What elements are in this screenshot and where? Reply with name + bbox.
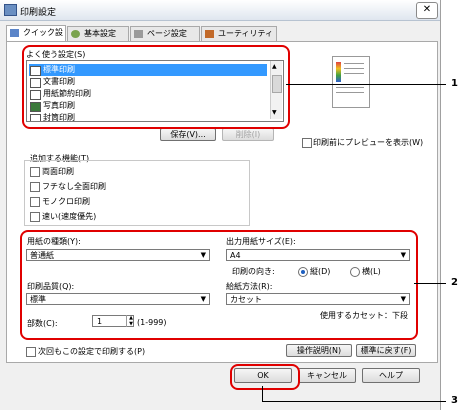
instructions-button[interactable]: 操作説明(N) — [286, 344, 352, 357]
fast-checkbox[interactable] — [30, 212, 40, 222]
title-bar: 印刷設定 ✕ — [0, 0, 440, 21]
callout-line-3b — [262, 401, 446, 402]
fast-label: 速い(速度優先) — [42, 212, 97, 221]
preview-before-print-checkbox[interactable] — [302, 138, 312, 148]
printer-icon — [4, 4, 17, 16]
preview-line — [344, 63, 364, 64]
preview-line — [344, 73, 364, 74]
always-print-current-checkbox[interactable] — [26, 347, 36, 357]
tab-page-setup[interactable]: ページ設定 — [130, 26, 200, 41]
callout-line-3a — [262, 386, 263, 401]
window-title: 印刷設定 — [20, 8, 57, 18]
tab-label: ページ設定 — [147, 29, 187, 38]
save-button[interactable]: 保存(V)... — [160, 128, 216, 141]
tab-main[interactable]: 基本設定 — [67, 26, 129, 41]
always-print-current-label: 次回もこの設定で印刷する(P) — [38, 347, 146, 356]
tab-label: 基本設定 — [84, 29, 116, 38]
preview-line — [336, 92, 364, 93]
tab-quick-setup[interactable]: クイック設定 — [6, 25, 66, 51]
callout-box-3 — [230, 364, 300, 390]
grayscale-label: モノクロ印刷 — [42, 197, 90, 206]
print-preview-thumbnail — [332, 56, 370, 108]
page-setup-icon — [134, 30, 143, 38]
grayscale-checkbox[interactable] — [30, 197, 40, 207]
callout-number-1: 1 — [451, 78, 458, 89]
callout-line-2 — [414, 283, 446, 284]
cancel-button[interactable]: キャンセル — [298, 368, 356, 383]
callout-box-1 — [22, 45, 290, 129]
close-button[interactable]: ✕ — [416, 2, 438, 19]
preview-before-print-label: 印刷前にプレビューを表示(W) — [313, 138, 424, 147]
tab-label: ユーティリティ — [218, 29, 274, 38]
callout-box-2 — [20, 230, 418, 340]
callout-number-2: 2 — [451, 277, 458, 288]
preview-line — [336, 87, 364, 88]
callout-line-1 — [286, 84, 446, 85]
callout-number-3: 3 — [451, 395, 458, 406]
duplex-label: 両面印刷 — [42, 167, 74, 176]
preview-line — [344, 68, 364, 69]
borderless-checkbox[interactable] — [30, 182, 40, 192]
duplex-checkbox[interactable] — [30, 167, 40, 177]
defaults-button[interactable]: 標準に戻す(F) — [356, 344, 416, 357]
delete-button[interactable]: 削除(I) — [222, 128, 274, 141]
quick-setup-icon — [10, 29, 19, 37]
maintenance-icon — [205, 30, 214, 38]
borderless-label: フチなし全面印刷 — [42, 182, 106, 191]
main-settings-icon — [71, 30, 80, 38]
tab-maintenance[interactable]: ユーティリティ — [201, 26, 277, 41]
preview-image — [336, 62, 341, 82]
help-button[interactable]: ヘルプ — [362, 368, 420, 383]
